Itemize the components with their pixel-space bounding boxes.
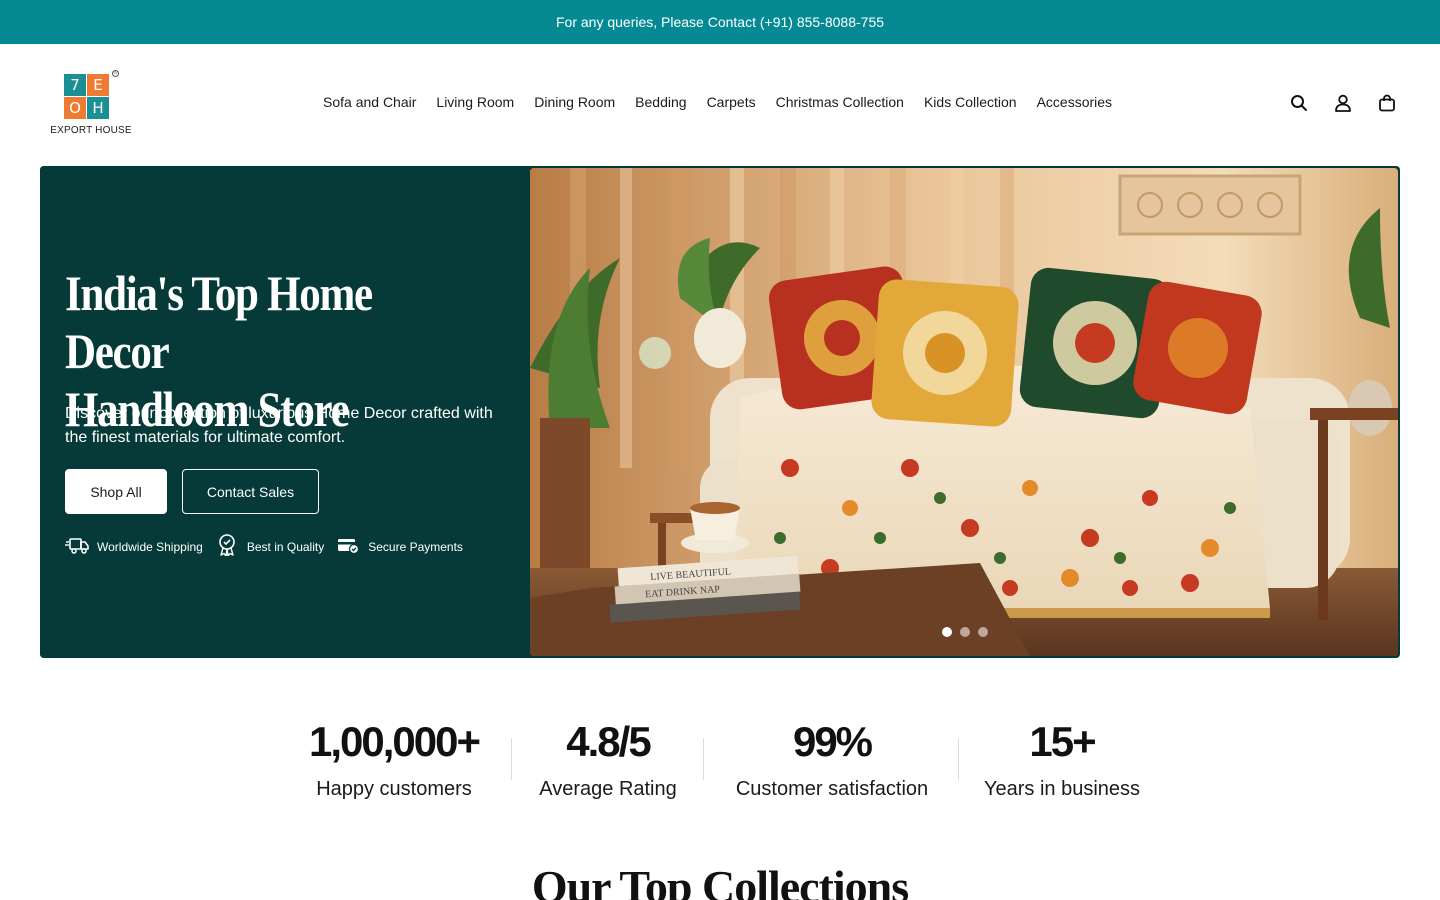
nav-item-carpets[interactable]: Carpets	[707, 94, 756, 110]
slider-dot-1[interactable]	[942, 627, 952, 637]
badge-label: Worldwide Shipping	[97, 539, 203, 554]
hero-image-living-room-sofa: EAT DRINK NAP LIVE BEAUTIFUL	[530, 168, 1398, 656]
stat-value: 1,00,000+	[308, 718, 481, 765]
truck-icon	[65, 534, 89, 559]
header-actions	[1290, 94, 1396, 112]
trust-badges: Worldwide Shipping Best in Quality Secur…	[65, 534, 475, 559]
badge-label: Secure Payments	[368, 539, 463, 554]
stat-divider	[703, 738, 704, 780]
search-icon[interactable]	[1290, 94, 1308, 112]
stat-value: 15+	[1029, 718, 1096, 765]
site-header: 7 E O H ® EXPORT HOUSE Sofa and Chair Li…	[0, 44, 1440, 166]
hero-image-slider[interactable]: EAT DRINK NAP LIVE BEAUTIFUL	[530, 168, 1398, 656]
logo-cell-4: H	[87, 97, 109, 119]
collections-heading: Our Top Collections	[531, 861, 909, 900]
stat-label: Customer satisfaction	[735, 778, 929, 800]
brand-logo[interactable]: 7 E O H ® EXPORT HOUSE	[50, 70, 132, 140]
badge-best-in-quality: Best in Quality	[215, 534, 324, 559]
stat-label: Happy customers	[316, 778, 472, 800]
nav-item-sofa-and-chair[interactable]: Sofa and Chair	[323, 94, 416, 110]
nav-item-dining-room[interactable]: Dining Room	[534, 94, 615, 110]
slider-dot-3[interactable]	[978, 627, 988, 637]
stat-label: Years in business	[983, 778, 1141, 800]
account-icon[interactable]	[1334, 94, 1352, 112]
badge-secure-payments: Secure Payments	[336, 534, 463, 559]
nav-item-living-room[interactable]: Living Room	[436, 94, 514, 110]
logo-cell-1: 7	[64, 74, 86, 96]
nav-item-christmas-collection[interactable]: Christmas Collection	[776, 94, 904, 110]
badge-worldwide-shipping: Worldwide Shipping	[65, 534, 203, 559]
hero-subtitle: Discover our collection of luxurious Hom…	[65, 405, 493, 446]
logo-cell-3: O	[64, 97, 86, 119]
stat-divider	[958, 738, 959, 780]
hero-title-line-1: India's Top Home Decor	[65, 265, 373, 379]
announcement-bar: For any queries, Please Contact (+91) 85…	[0, 0, 1440, 44]
badge-label: Best in Quality	[246, 539, 325, 554]
logo-cell-2: E	[87, 74, 109, 96]
nav-item-bedding[interactable]: Bedding	[635, 94, 686, 110]
shop-all-button[interactable]: Shop All	[65, 469, 167, 514]
stat-value: 4.8/5	[566, 718, 651, 765]
stat-value: 99%	[792, 718, 873, 765]
nav-item-kids-collection[interactable]: Kids Collection	[924, 94, 1017, 110]
stat-label: Average Rating	[539, 778, 677, 800]
hero-text-panel: India's Top Home Decor Handloom Store Di…	[40, 166, 530, 658]
stat-happy-customers: 1,00,000+ Happy customers	[296, 716, 492, 801]
announcement-text: For any queries, Please Contact (+91) 85…	[555, 14, 885, 30]
registered-mark: ®	[112, 70, 119, 77]
logo-mark: 7 E O H	[64, 74, 110, 120]
stat-customer-satisfaction: 99% Customer satisfaction	[722, 716, 942, 801]
main-nav: Sofa and Chair Living Room Dining Room B…	[323, 94, 1112, 110]
stats-bar: 1,00,000+ Happy customers 4.8/5 Average …	[0, 716, 1440, 816]
nav-item-accessories[interactable]: Accessories	[1037, 94, 1112, 110]
contact-sales-button[interactable]: Contact Sales	[182, 469, 319, 514]
brand-name: EXPORT HOUSE	[50, 125, 132, 136]
hero-banner: India's Top Home Decor Handloom Store Di…	[40, 166, 1400, 658]
card-icon	[336, 534, 360, 559]
slider-dots	[942, 627, 988, 637]
cart-icon[interactable]	[1378, 94, 1396, 112]
award-icon	[215, 534, 239, 559]
stat-average-rating: 4.8/5 Average Rating	[530, 716, 686, 801]
slider-dot-2[interactable]	[960, 627, 970, 637]
stat-years-in-business: 15+ Years in business	[977, 716, 1147, 801]
stat-divider	[511, 738, 512, 780]
